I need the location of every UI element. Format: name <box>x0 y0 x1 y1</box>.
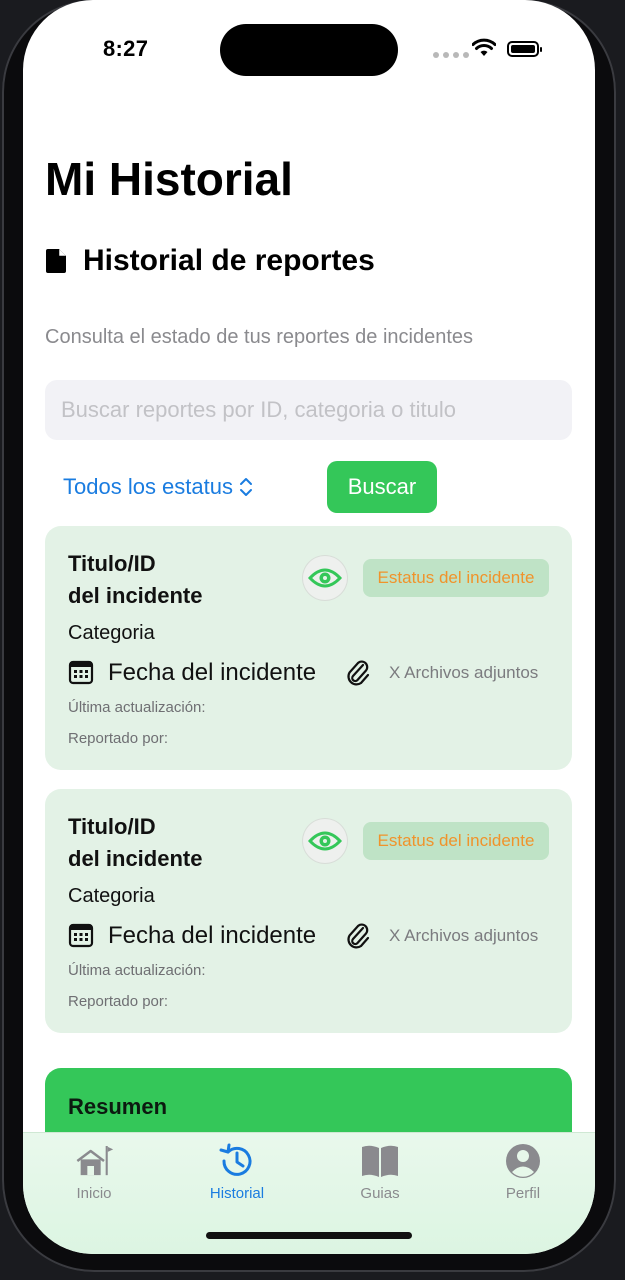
attachments-count: X Archivos adjuntos <box>389 926 539 945</box>
summary-title: Resumen <box>68 1094 168 1119</box>
report-card[interactable]: Titulo/ID del incidente Estatus del inci… <box>45 789 572 1033</box>
report-date: Fecha del incidente <box>108 922 317 949</box>
home-indicator <box>206 1232 412 1239</box>
report-title-line: del incidente <box>68 583 203 608</box>
book-icon <box>362 1145 398 1177</box>
calendar-icon <box>68 923 94 948</box>
status-time: 8:27 <box>103 36 149 61</box>
history-icon <box>219 1143 252 1176</box>
reported-by-label: Reportado por: <box>68 993 169 1010</box>
section-subtitle: Consulta el estado de tus reportes de in… <box>45 326 474 348</box>
search-button[interactable]: Buscar <box>327 461 437 513</box>
report-title-line: Titulo/ID <box>68 551 156 576</box>
last-update-label: Última actualización: <box>68 962 206 979</box>
section-header: Historial de reportes <box>45 244 375 278</box>
status-filter-dropdown[interactable]: Todos los estatus <box>63 474 253 500</box>
calendar-icon <box>68 660 94 685</box>
paperclip-icon <box>347 923 370 949</box>
home-icon <box>76 1146 114 1176</box>
tab-label: Historial <box>209 1185 265 1202</box>
cellular-signal-icon <box>433 52 469 58</box>
tab-perfil[interactable]: Perfil <box>468 1141 578 1202</box>
tab-label: Guias <box>360 1185 400 1202</box>
report-title: Titulo/ID del incidente <box>68 548 268 612</box>
tab-guias[interactable]: Guias <box>325 1141 435 1202</box>
report-title-line: del incidente <box>68 846 203 871</box>
report-title-line: Titulo/ID <box>68 814 156 839</box>
eye-icon <box>308 831 342 851</box>
wifi-icon <box>472 38 496 56</box>
report-category: Categoria <box>68 622 155 644</box>
page-title: Mi Historial <box>45 153 293 205</box>
document-icon <box>46 249 66 273</box>
tab-label: Perfil <box>505 1185 541 1202</box>
tab-label: Inicio <box>76 1185 112 1202</box>
profile-icon <box>506 1144 540 1178</box>
section-title: Historial de reportes <box>83 244 375 277</box>
view-report-button[interactable] <box>303 556 347 600</box>
tab-historial[interactable]: Historial <box>182 1141 292 1202</box>
report-card[interactable]: Titulo/ID del incidente Estatus del inci… <box>45 526 572 770</box>
view-report-button[interactable] <box>303 819 347 863</box>
battery-icon <box>507 41 542 57</box>
reported-by-label: Reportado por: <box>68 730 169 747</box>
status-filter-label: Todos los estatus <box>63 474 233 499</box>
report-category: Categoria <box>68 885 155 907</box>
paperclip-icon <box>347 660 370 686</box>
report-date: Fecha del incidente <box>108 659 317 686</box>
last-update-label: Última actualización: <box>68 699 206 716</box>
attachments-count: X Archivos adjuntos <box>389 663 539 682</box>
app-screen: 8:27 Mi Historial Historial de reportes … <box>23 0 595 1254</box>
chevron-up-down-icon <box>239 478 252 496</box>
status-badge: Estatus del incidente <box>363 559 549 597</box>
eye-icon <box>308 568 342 588</box>
report-title: Titulo/ID del incidente <box>68 811 268 875</box>
search-input[interactable] <box>45 380 572 440</box>
tab-inicio[interactable]: Inicio <box>39 1141 149 1202</box>
status-badge: Estatus del incidente <box>363 822 549 860</box>
dynamic-island <box>220 24 398 76</box>
